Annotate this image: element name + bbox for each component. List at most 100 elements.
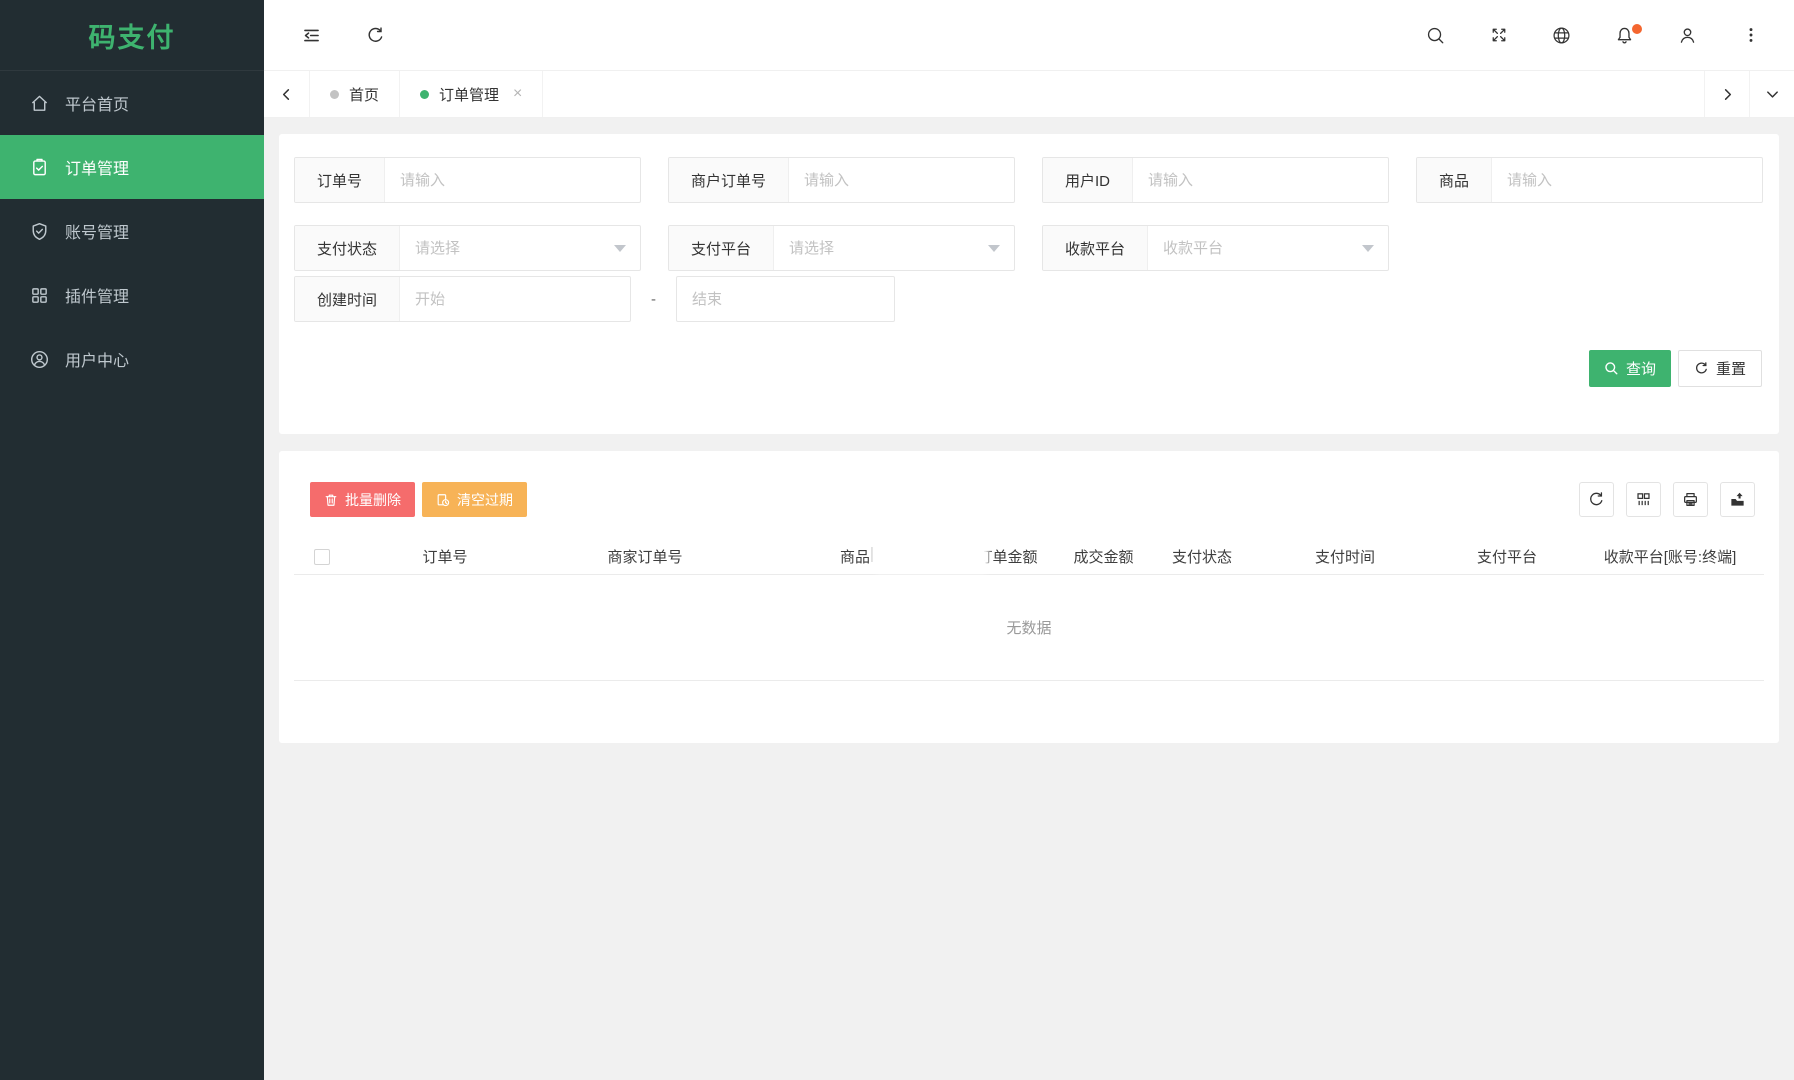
filter-label: 收款平台 bbox=[1043, 226, 1149, 270]
tab-status-dot bbox=[330, 89, 339, 99]
redaction-patch bbox=[878, 536, 984, 568]
col-receive-platform: 收款平台[账号:终端] bbox=[1576, 540, 1764, 575]
tab-label: 订单管理 bbox=[439, 86, 500, 104]
main-content: 订单号 商户订单号 用户ID 商品 支付状态 bbox=[264, 118, 1794, 1080]
date-range-separator: - bbox=[651, 290, 656, 308]
sidebar-item-label: 平台首页 bbox=[65, 97, 130, 114]
tabs-scroll-left-button[interactable] bbox=[264, 71, 310, 117]
tabs-menu-button[interactable] bbox=[1749, 71, 1794, 117]
start-date-input[interactable] bbox=[400, 277, 630, 321]
order-no-input[interactable] bbox=[385, 158, 640, 202]
table-export-button[interactable] bbox=[1720, 482, 1755, 517]
export-icon bbox=[1729, 491, 1746, 508]
order-clipboard-icon bbox=[30, 158, 49, 177]
chevron-down-icon bbox=[1765, 87, 1780, 102]
refresh-page-button[interactable] bbox=[352, 0, 398, 70]
table-tools bbox=[1579, 482, 1755, 517]
filter-product: 商品 bbox=[1416, 157, 1763, 203]
filter-actions: 查询 重置 bbox=[1588, 350, 1762, 387]
filter-label: 商品 bbox=[1417, 158, 1493, 202]
redaction-artifact bbox=[871, 547, 873, 562]
user-circle-icon bbox=[30, 350, 49, 369]
refresh-icon bbox=[1588, 491, 1605, 508]
filter-pay-platform: 支付平台 bbox=[668, 225, 1015, 271]
tab-label: 首页 bbox=[349, 86, 380, 104]
app-logo: 码支付 bbox=[0, 0, 264, 71]
table-toolbar: 批量删除 清空过期 bbox=[310, 482, 527, 517]
col-order-no: 订单号 bbox=[350, 540, 540, 575]
select-all-checkbox[interactable] bbox=[314, 548, 330, 565]
pay-platform-select[interactable] bbox=[774, 226, 1014, 270]
shield-check-icon bbox=[30, 222, 49, 241]
sidebar-item-orders[interactable]: 订单管理 bbox=[0, 135, 264, 199]
sidebar-item-label: 账号管理 bbox=[65, 225, 130, 242]
tab-order-management[interactable]: 订单管理 × bbox=[400, 71, 544, 117]
more-options-button[interactable] bbox=[1719, 0, 1782, 70]
home-icon bbox=[30, 94, 49, 113]
search-icon bbox=[1604, 361, 1619, 376]
filter-receive-platform: 收款平台 bbox=[1042, 225, 1389, 271]
merchant-order-no-input[interactable] bbox=[789, 158, 1014, 202]
tab-close-icon[interactable]: × bbox=[513, 86, 522, 102]
clear-expired-button[interactable]: 清空过期 bbox=[422, 482, 527, 517]
globe-icon bbox=[1552, 26, 1571, 45]
pay-platform-select-value[interactable] bbox=[774, 239, 988, 257]
filter-label: 用户ID bbox=[1043, 158, 1134, 202]
pay-status-select[interactable] bbox=[400, 226, 640, 270]
filter-label: 支付状态 bbox=[295, 226, 401, 270]
menu-fold-icon bbox=[301, 25, 322, 46]
refresh-icon bbox=[366, 26, 385, 45]
notification-dot bbox=[1632, 24, 1642, 34]
sidebar-item-plugins[interactable]: 插件管理 bbox=[0, 263, 264, 327]
person-icon bbox=[1678, 26, 1697, 45]
col-select bbox=[294, 540, 350, 575]
empty-state-text: 无数据 bbox=[294, 574, 1764, 681]
search-button-label: 查询 bbox=[1625, 361, 1656, 378]
columns-filter-icon bbox=[1635, 491, 1652, 508]
sidebar-item-accounts[interactable]: 账号管理 bbox=[0, 199, 264, 263]
table-card: 批量删除 清空过期 订单号 商家订单号 商品 订单金额 成交金额 支付状态 支付… bbox=[279, 451, 1779, 743]
end-date-input[interactable] bbox=[676, 276, 895, 322]
receive-platform-select[interactable] bbox=[1148, 226, 1388, 270]
table-refresh-button[interactable] bbox=[1579, 482, 1614, 517]
batch-delete-button[interactable]: 批量删除 bbox=[310, 482, 415, 517]
tab-home[interactable]: 首页 bbox=[310, 71, 401, 117]
grid-apps-icon bbox=[30, 286, 49, 305]
tabbar-spacer bbox=[543, 71, 1704, 117]
profile-button[interactable] bbox=[1656, 0, 1719, 70]
language-button[interactable] bbox=[1530, 0, 1593, 70]
vertical-ellipsis-icon bbox=[1742, 26, 1760, 44]
sidebar-item-label: 订单管理 bbox=[65, 161, 130, 178]
pay-status-select-value[interactable] bbox=[400, 239, 614, 257]
product-input[interactable] bbox=[1492, 158, 1762, 202]
filter-pay-status: 支付状态 bbox=[294, 225, 641, 271]
reset-button[interactable]: 重置 bbox=[1677, 350, 1762, 387]
user-id-input[interactable] bbox=[1133, 158, 1388, 202]
filter-user-id: 用户ID bbox=[1042, 157, 1389, 203]
document-clock-icon bbox=[436, 493, 450, 507]
col-pay-status: 支付状态 bbox=[1152, 540, 1252, 575]
table-columns-button[interactable] bbox=[1626, 482, 1661, 517]
filter-label: 商户订单号 bbox=[669, 158, 790, 202]
tab-status-dot-active bbox=[420, 89, 430, 99]
col-pay-time: 支付时间 bbox=[1252, 540, 1438, 575]
col-merchant-order-no: 商家订单号 bbox=[540, 540, 750, 575]
orders-table: 订单号 商家订单号 商品 订单金额 成交金额 支付状态 支付时间 支付平台 收款… bbox=[294, 540, 1764, 681]
search-icon bbox=[1426, 26, 1445, 45]
select-caret-icon bbox=[1362, 245, 1374, 258]
filter-card: 订单号 商户订单号 用户ID 商品 支付状态 bbox=[279, 134, 1779, 434]
sidebar-item-home[interactable]: 平台首页 bbox=[0, 71, 264, 135]
search-submit-button[interactable]: 查询 bbox=[1588, 350, 1671, 387]
printer-icon bbox=[1682, 491, 1699, 508]
receive-platform-select-value[interactable] bbox=[1148, 239, 1362, 257]
sidebar-menu: 平台首页 订单管理 账号管理 插件管理 用户中心 bbox=[0, 71, 264, 391]
tabs-scroll-right-button[interactable] bbox=[1704, 71, 1749, 117]
notifications-button[interactable] bbox=[1593, 0, 1656, 70]
sidebar: 码支付 平台首页 订单管理 账号管理 插件管理 用户中心 bbox=[0, 0, 264, 1080]
fullscreen-button[interactable] bbox=[1467, 0, 1530, 70]
filter-order-no: 订单号 bbox=[294, 157, 641, 203]
collapse-sidebar-button[interactable] bbox=[288, 0, 334, 70]
search-button[interactable] bbox=[1404, 0, 1467, 70]
sidebar-item-user-center[interactable]: 用户中心 bbox=[0, 327, 264, 391]
table-print-button[interactable] bbox=[1673, 482, 1708, 517]
